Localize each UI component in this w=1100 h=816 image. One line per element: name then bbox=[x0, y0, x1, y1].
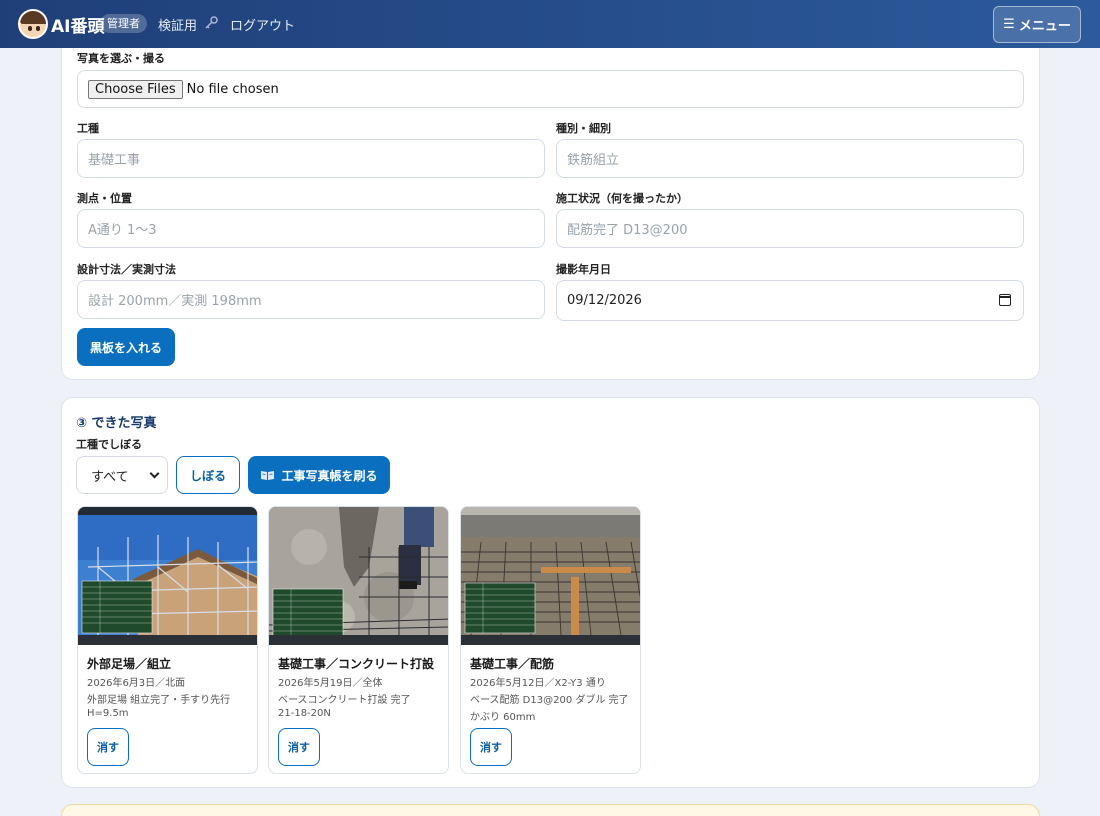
sokuten-input[interactable]: A通り 1〜3 bbox=[77, 209, 545, 248]
key-icon bbox=[205, 16, 218, 29]
photo-card-status: ベース配筋 D13@200 ダブル 完了 bbox=[470, 695, 629, 706]
photo-thumbnail-concrete[interactable] bbox=[269, 507, 449, 645]
print-album-button[interactable]: 工事写真帳を刷る bbox=[248, 456, 390, 494]
insert-blackboard-button[interactable]: 黒板を入れる bbox=[77, 328, 175, 366]
photo-card-date: 2026年6月3日／北面 bbox=[87, 678, 186, 689]
shubetsu-label: 種別・細別 bbox=[556, 122, 611, 135]
koushu-filter-select[interactable]: すべて bbox=[76, 456, 168, 494]
app-brand[interactable]: AI番頭 bbox=[51, 12, 104, 37]
photo-card-title: 基礎工事／コンクリート打設 bbox=[278, 657, 435, 671]
file-status: No file chosen bbox=[186, 81, 279, 97]
sokuten-label: 測点・位置 bbox=[77, 192, 132, 205]
photo-card-dimension: H=9.5m bbox=[87, 708, 129, 719]
shubetsu-input[interactable]: 鉄筋組立 bbox=[556, 139, 1024, 178]
photo-card-status: 外部足場 組立完了・手すり先行 bbox=[87, 695, 231, 706]
choose-files-button[interactable]: Choose Files bbox=[88, 79, 183, 99]
menu-button-label: メニュー bbox=[1018, 19, 1071, 34]
menu-button[interactable]: ☰ メニュー bbox=[993, 6, 1081, 43]
delete-button[interactable]: 消す bbox=[278, 728, 320, 766]
sunpo-input[interactable]: 設計 200mm／実測 198mm bbox=[77, 280, 545, 319]
book-icon bbox=[261, 471, 275, 480]
photo-thumbnail-rebar[interactable] bbox=[461, 507, 641, 645]
photo-card-title: 基礎工事／配筋 bbox=[470, 657, 555, 671]
photo-card-dimension: かぶり 60mm bbox=[470, 712, 536, 723]
chevron-down-icon bbox=[149, 468, 160, 479]
jokyo-input[interactable]: 配筋完了 D13@200 bbox=[556, 209, 1024, 248]
koushu-label: 工種 bbox=[77, 122, 99, 135]
delete-button[interactable]: 消す bbox=[470, 728, 512, 766]
role-badge: 管理者 bbox=[100, 14, 147, 33]
filter-select-value: すべて bbox=[91, 469, 129, 485]
photo-card-status: ベースコンクリート打設 完了 bbox=[278, 695, 411, 706]
delete-button[interactable]: 消す bbox=[87, 728, 129, 766]
photos-section-title: ③ できた写真 bbox=[76, 416, 157, 431]
top-nav-bar: AI番頭 管理者 検証用 ログアウト ☰ メニュー bbox=[0, 0, 1100, 48]
photo-card: 基礎工事／配筋 2026年5月12日／X2-Y3 通り ベース配筋 D13@20… bbox=[460, 506, 641, 774]
nav-verify-link[interactable]: 検証用 bbox=[158, 15, 197, 34]
photo-card-date: 2026年5月12日／X2-Y3 通り bbox=[470, 678, 606, 689]
photo-thumbnail-scaffold[interactable] bbox=[78, 507, 258, 645]
photo-card-date: 2026年5月19日／全体 bbox=[278, 678, 383, 689]
nav-logout-link[interactable]: ログアウト bbox=[230, 15, 295, 34]
filter-button[interactable]: しぼる bbox=[176, 456, 240, 494]
date-input[interactable]: 09/12/2026 bbox=[556, 280, 1024, 321]
avatar bbox=[18, 9, 48, 39]
hamburger-icon: ☰ bbox=[1003, 17, 1015, 32]
print-album-label: 工事写真帳を刷る bbox=[281, 468, 378, 483]
photo-card-title: 外部足場／組立 bbox=[87, 657, 172, 671]
photo-card: 外部足場／組立 2026年6月3日／北面 外部足場 組立完了・手すり先行 H=9… bbox=[77, 506, 258, 774]
photo-picker-label: 写真を選ぶ・撮る bbox=[77, 52, 165, 65]
file-input[interactable]: Choose Files No file chosen bbox=[77, 70, 1024, 108]
photo-card: 基礎工事／コンクリート打設 2026年5月19日／全体 ベースコンクリート打設 … bbox=[268, 506, 449, 774]
sunpo-label: 設計寸法／実測寸法 bbox=[77, 263, 176, 276]
jokyo-label: 施工状況（何を撮ったか） bbox=[556, 192, 688, 205]
calendar-icon[interactable] bbox=[999, 294, 1011, 306]
next-section-card bbox=[61, 804, 1040, 816]
date-label: 撮影年月日 bbox=[556, 263, 611, 276]
filter-label: 工種でしぼる bbox=[76, 438, 142, 451]
photo-card-dimension: 21-18-20N bbox=[278, 708, 331, 719]
date-value: 09/12/2026 bbox=[567, 293, 642, 308]
koushu-input[interactable]: 基礎工事 bbox=[77, 139, 545, 178]
